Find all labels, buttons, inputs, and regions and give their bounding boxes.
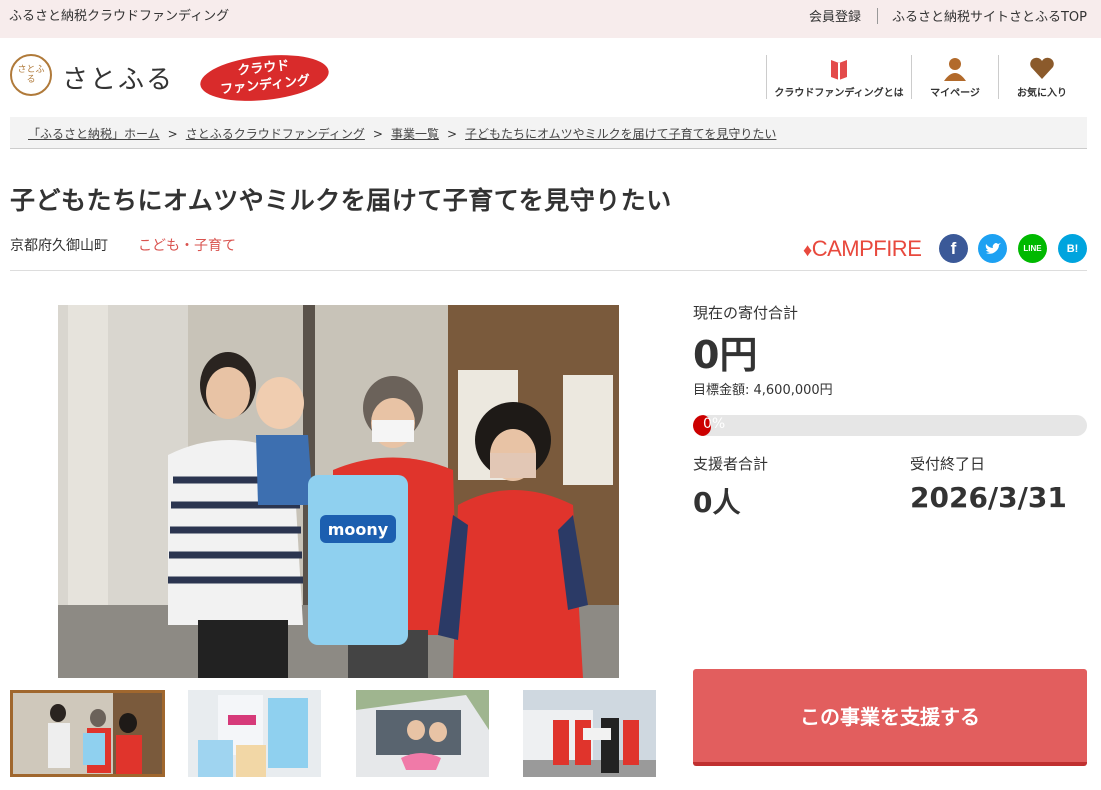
- breadcrumb: 「ふるさと納税」ホーム > さとふるクラウドファンディング > 事業一覧 > 子どもたちにオ…: [10, 117, 1087, 149]
- progress-percent: 0%: [703, 416, 726, 432]
- thumbnail-4-image: [523, 690, 656, 777]
- line-glyph: LINE: [1023, 244, 1042, 253]
- register-link[interactable]: 会員登録: [809, 6, 861, 25]
- thumbnail-4[interactable]: [523, 690, 656, 777]
- campfire-label: CAMPFIRE: [811, 236, 922, 261]
- thumbnail-1-image: [13, 693, 162, 774]
- supporters-count: 0人: [693, 486, 741, 519]
- current-amount: 0円: [693, 333, 758, 377]
- breadcrumb-separator: >: [446, 127, 458, 141]
- line-share-icon[interactable]: LINE: [1018, 234, 1047, 263]
- hatena-bookmark-icon[interactable]: B!: [1058, 234, 1087, 263]
- svg-text:moony: moony: [328, 520, 389, 539]
- campfire-logo[interactable]: ♦CAMPFIRE: [803, 236, 922, 262]
- logo-text[interactable]: さとふる: [62, 59, 174, 96]
- page-title: 子どもたちにオムツやミルクを届けて子育てを見守りたい: [10, 186, 672, 215]
- facebook-share-icon[interactable]: f: [939, 234, 968, 263]
- breadcrumb-separator: >: [167, 127, 178, 141]
- twitter-share-icon[interactable]: [978, 234, 1007, 263]
- photo-illustration: moony: [58, 305, 619, 678]
- heart-icon: [1030, 57, 1054, 79]
- breadcrumb-separator: >: [372, 127, 383, 141]
- user-icon: [944, 58, 966, 81]
- thumbnail-2[interactable]: [188, 690, 321, 777]
- progress-bar: 0%: [693, 415, 1087, 436]
- current-amount-label: 現在の寄付合計: [693, 304, 799, 322]
- main-photo[interactable]: moony: [58, 305, 619, 678]
- deadline-date: 2026/3/31: [910, 481, 1067, 514]
- nav-about-label: クラウドファンディングとは: [774, 88, 904, 99]
- project-location[interactable]: 京都府久御山町: [10, 235, 108, 255]
- hatena-glyph: B!: [1066, 242, 1079, 255]
- top-links: 会員登録 ふるさと納税サイトさとふるTOP: [809, 6, 1087, 25]
- breadcrumb-projects[interactable]: 事業一覧: [391, 127, 439, 141]
- nav-mypage-label: マイページ: [930, 88, 980, 99]
- top-bar: ふるさと納税クラウドファンディング 会員登録 ふるさと納税サイトさとふるTOP: [0, 0, 1101, 38]
- breadcrumb-current[interactable]: 子どもたちにオムツやミルクを届けて子育てを見守りたい: [465, 127, 776, 141]
- satofull-top-link[interactable]: ふるさと納税サイトさとふるTOP: [892, 6, 1087, 25]
- header-nav: クラウドファンディングとは マイページ お気に入り: [766, 55, 1085, 99]
- thumbnail-3-image: [356, 690, 489, 777]
- goal-amount: 目標金額: 4,600,000円: [693, 383, 833, 398]
- divider: [10, 270, 1087, 271]
- logo-mark-text: さとふる: [17, 65, 45, 85]
- bird-icon: [985, 242, 1001, 254]
- thumbnail-3[interactable]: [356, 690, 489, 777]
- nav-mypage[interactable]: マイページ: [911, 55, 998, 99]
- support-project-button[interactable]: この事業を支援する: [693, 669, 1087, 766]
- facebook-glyph: f: [950, 238, 957, 258]
- nav-about[interactable]: クラウドファンディングとは: [766, 55, 911, 99]
- project-category[interactable]: こども・子育て: [138, 235, 236, 255]
- nav-favorites-label: お気に入り: [1017, 88, 1067, 99]
- book-icon: [831, 60, 847, 80]
- nav-favorites[interactable]: お気に入り: [998, 55, 1085, 99]
- deadline-label: 受付終了日: [910, 455, 986, 473]
- crowdfunding-badge[interactable]: クラウド ファンディング: [198, 49, 331, 107]
- supporters-label: 支援者合計: [693, 455, 769, 473]
- divider: [876, 7, 878, 24]
- thumbnail-2-image: [188, 690, 321, 777]
- flame-icon: ♦: [803, 240, 812, 260]
- thumbnail-1[interactable]: [10, 690, 165, 777]
- site-name: ふるさと納税クラウドファンディング: [9, 9, 230, 24]
- breadcrumb-crowdfunding[interactable]: さとふるクラウドファンディング: [186, 127, 365, 141]
- satofull-logo-icon[interactable]: さとふる: [10, 54, 52, 96]
- breadcrumb-home[interactable]: 「ふるさと納税」ホーム: [28, 127, 160, 141]
